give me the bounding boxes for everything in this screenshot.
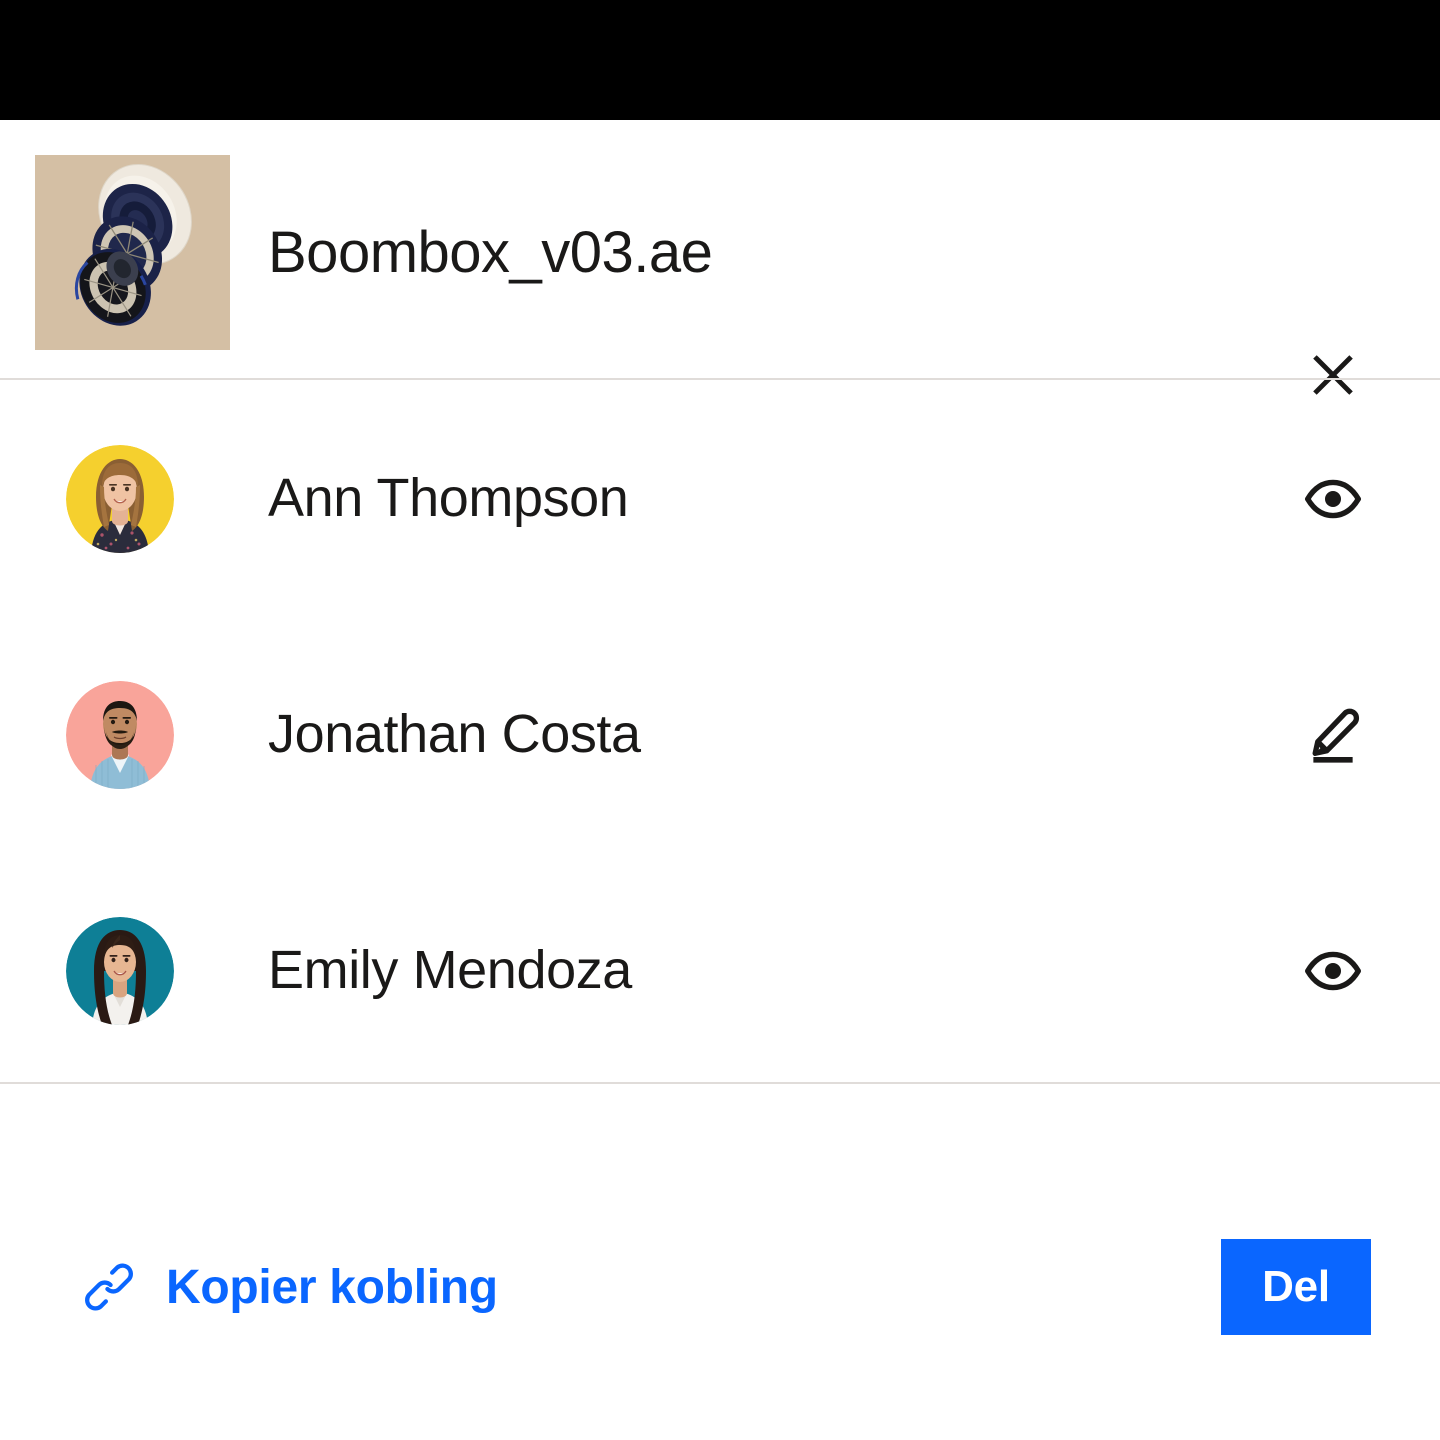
share-button[interactable]: Del bbox=[1221, 1239, 1371, 1335]
person-name: Ann Thompson bbox=[268, 465, 628, 531]
person-name: Jonathan Costa bbox=[268, 701, 641, 767]
share-sheet: Boombox_v03.ae bbox=[0, 120, 1440, 1440]
permission-button[interactable] bbox=[1296, 464, 1370, 534]
link-icon bbox=[82, 1260, 136, 1314]
file-name: Boombox_v03.ae bbox=[268, 218, 712, 288]
avatar-image bbox=[66, 445, 174, 553]
avatar-jonathan-costa bbox=[66, 681, 174, 789]
people-list: Ann Thompson bbox=[0, 380, 1440, 1082]
file-header: Boombox_v03.ae bbox=[0, 120, 1440, 378]
permission-button[interactable] bbox=[1296, 936, 1370, 1006]
eye-icon bbox=[1302, 940, 1364, 1002]
list-item[interactable]: Emily Mendoza bbox=[0, 852, 1440, 1088]
avatar-image bbox=[66, 681, 174, 789]
avatar-image bbox=[66, 917, 174, 1025]
file-thumbnail bbox=[35, 155, 230, 350]
speaker-driver-render-thumbnail bbox=[35, 155, 230, 350]
list-item[interactable]: Ann Thompson bbox=[0, 380, 1440, 616]
avatar-ann-thompson bbox=[66, 445, 174, 553]
eye-icon bbox=[1302, 468, 1364, 530]
avatar-emily-mendoza bbox=[66, 917, 174, 1025]
copy-link-button[interactable]: Kopier kobling bbox=[82, 1252, 498, 1322]
copy-link-label: Kopier kobling bbox=[166, 1260, 498, 1315]
top-black-band bbox=[0, 0, 1440, 120]
person-name: Emily Mendoza bbox=[268, 937, 632, 1003]
share-footer: Kopier kobling Del bbox=[0, 1084, 1440, 1440]
permission-button[interactable] bbox=[1296, 700, 1370, 770]
pencil-icon bbox=[1302, 704, 1364, 766]
list-item[interactable]: Jonathan Costa bbox=[0, 616, 1440, 852]
